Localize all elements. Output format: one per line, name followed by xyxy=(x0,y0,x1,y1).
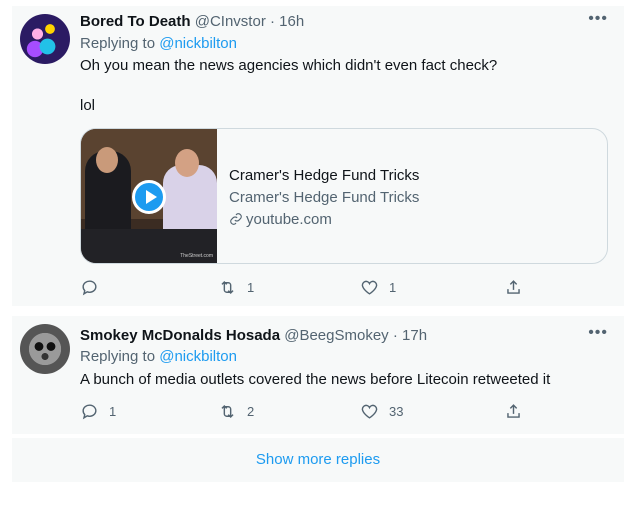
more-options-icon[interactable]: ••• xyxy=(588,10,608,28)
separator-dot: · xyxy=(269,13,275,30)
like-button[interactable]: 33 xyxy=(360,402,403,421)
tweet-actions: 1 2 33 xyxy=(80,402,520,426)
play-icon[interactable] xyxy=(132,180,166,214)
tweet-text: A bunch of media outlets covered the new… xyxy=(80,371,551,388)
retweet-icon xyxy=(221,280,234,295)
share-button[interactable] xyxy=(504,402,523,421)
more-options-icon[interactable]: ••• xyxy=(588,324,608,342)
separator-dot: · xyxy=(392,327,398,344)
mention-link[interactable]: @nickbilton xyxy=(159,35,237,52)
retweet-count: 2 xyxy=(247,404,255,419)
timestamp[interactable]: 17h xyxy=(402,327,427,344)
timestamp[interactable]: 16h xyxy=(279,13,304,30)
show-more-replies-button[interactable]: Show more replies xyxy=(12,438,624,482)
heart-icon xyxy=(361,404,378,419)
reply-button[interactable] xyxy=(80,278,109,297)
tweet-header: Bored To Death @CInvstor · 16h xyxy=(80,12,304,32)
thumbnail-person xyxy=(85,147,131,241)
replying-to: Replying to @nickbilton xyxy=(80,347,237,367)
card-subtitle: Cramer's Hedge Fund Tricks xyxy=(229,189,420,206)
card-domain: youtube.com xyxy=(229,209,419,231)
display-name[interactable]: Bored To Death xyxy=(80,13,191,30)
handle[interactable]: @BeegSmokey xyxy=(284,327,388,344)
avatar[interactable] xyxy=(20,324,70,374)
tweet-actions: 1 1 xyxy=(80,278,520,302)
card-body: Cramer's Hedge Fund Tricks Cramer's Hedg… xyxy=(229,165,419,231)
mention-link[interactable]: @nickbilton xyxy=(159,348,237,365)
link-card[interactable]: TheStreet.com Cramer's Hedge Fund Tricks… xyxy=(80,128,608,264)
share-icon xyxy=(507,404,520,418)
heart-icon xyxy=(361,280,378,295)
card-title: Cramer's Hedge Fund Tricks xyxy=(229,167,420,184)
tweet[interactable]: Smokey McDonalds Hosada @BeegSmokey · 17… xyxy=(12,316,624,434)
share-icon xyxy=(507,280,520,294)
share-button[interactable] xyxy=(504,278,523,297)
thumbnail-watermark: TheStreet.com xyxy=(180,253,213,259)
like-button[interactable]: 1 xyxy=(360,278,396,297)
reply-count: 1 xyxy=(109,404,117,419)
card-domain-text: youtube.com xyxy=(246,211,332,228)
reply-icon xyxy=(82,280,97,296)
replying-to-label: Replying to xyxy=(80,35,156,52)
handle[interactable]: @CInvstor xyxy=(195,13,266,30)
replying-to-label: Replying to xyxy=(80,348,156,365)
display-name[interactable]: Smokey McDonalds Hosada xyxy=(80,327,280,344)
like-count: 33 xyxy=(389,404,404,419)
retweet-button[interactable]: 1 xyxy=(218,278,254,297)
tweet[interactable]: Bored To Death @CInvstor · 16h ••• Reply… xyxy=(12,6,624,306)
reply-button[interactable]: 1 xyxy=(80,402,116,421)
tweet-text: Oh you mean the news agencies which didn… xyxy=(80,57,498,74)
avatar[interactable] xyxy=(20,14,70,64)
thumbnail-person xyxy=(163,149,217,235)
tweet-text: lol xyxy=(80,97,96,114)
like-count: 1 xyxy=(389,280,397,295)
reply-icon xyxy=(82,404,97,420)
retweet-icon xyxy=(221,404,234,419)
link-icon xyxy=(229,209,243,231)
retweet-button[interactable]: 2 xyxy=(218,402,254,421)
tweet-header: Smokey McDonalds Hosada @BeegSmokey · 17… xyxy=(80,326,427,346)
replying-to: Replying to @nickbilton xyxy=(80,34,237,54)
video-thumbnail[interactable]: TheStreet.com xyxy=(81,129,217,263)
retweet-count: 1 xyxy=(247,280,255,295)
